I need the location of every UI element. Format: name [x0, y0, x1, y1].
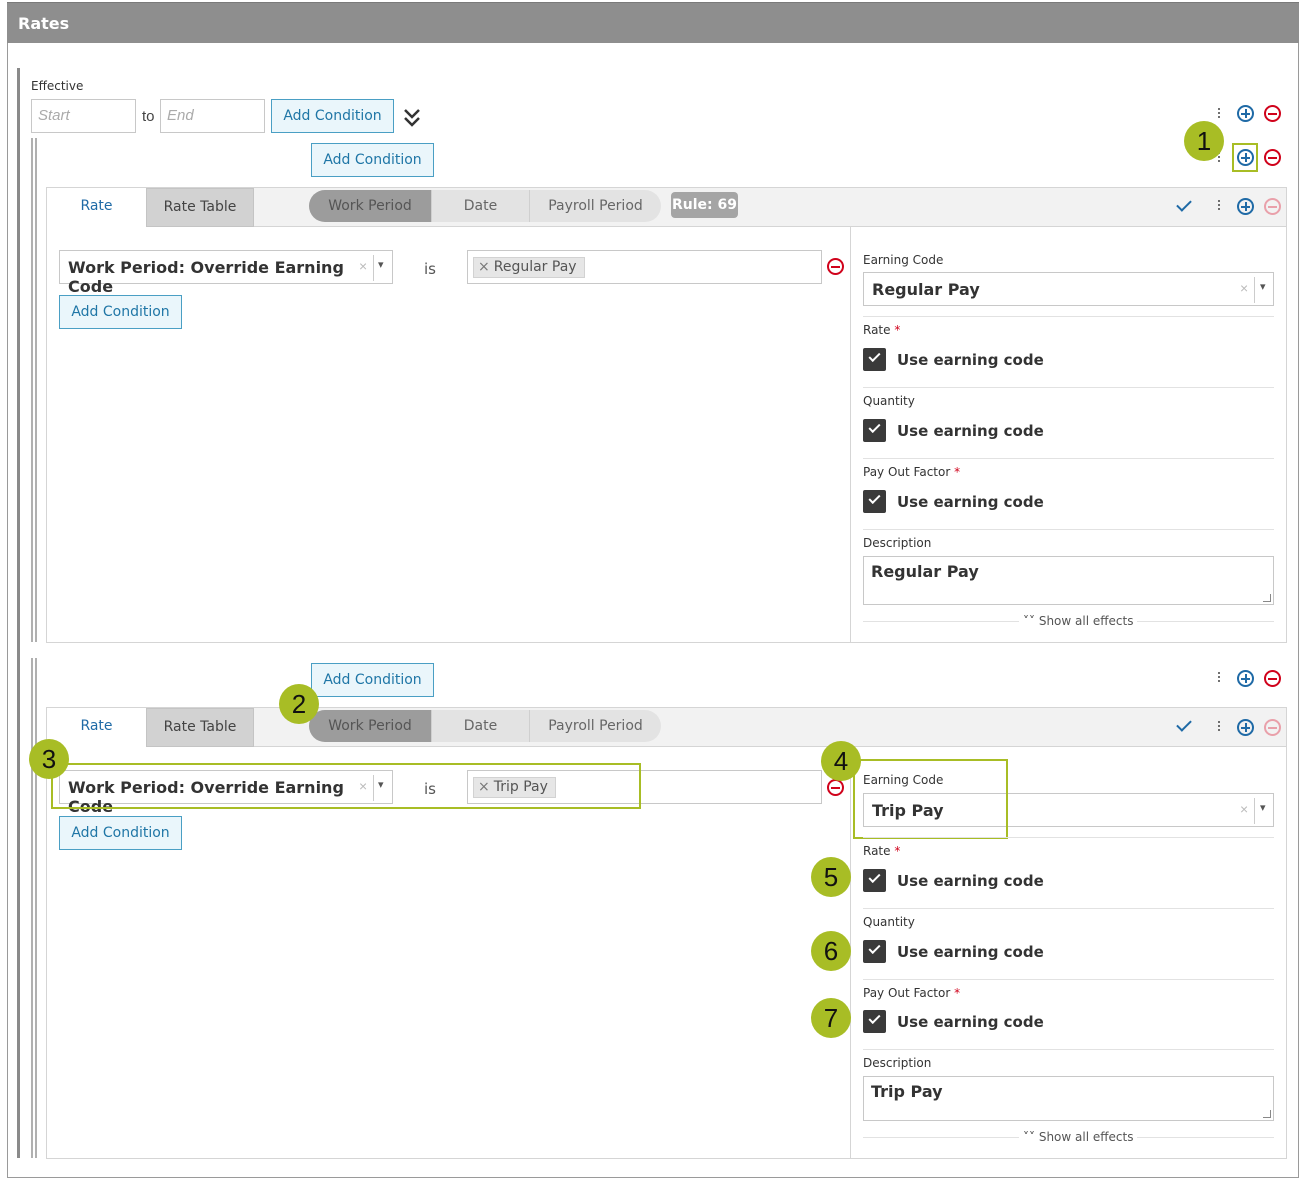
callout-1: 1 [1184, 121, 1224, 161]
effective-label: Effective [31, 79, 84, 93]
rule1-group-bar [31, 138, 33, 642]
condition-field-select[interactable]: Work Period: Override Earning Code × ▾ [59, 250, 393, 296]
pill-work-period[interactable]: Work Period [309, 710, 431, 742]
quantity-checkbox-label: Use earning code [897, 422, 1044, 440]
rate-checkbox-label: Use earning code [897, 872, 1044, 890]
add-circle-icon[interactable] [1237, 719, 1254, 736]
remove-circle-icon[interactable] [1264, 105, 1281, 122]
remove-circle-icon[interactable] [1264, 198, 1281, 215]
earning-code-select[interactable]: Regular Pay × ▾ [863, 272, 1274, 306]
clear-icon[interactable]: × [1240, 280, 1248, 296]
payout-factor-checkbox-label: Use earning code [897, 1013, 1044, 1031]
clear-icon[interactable]: × [1240, 801, 1248, 817]
remove-circle-icon[interactable] [1264, 670, 1281, 687]
value-tag: × Regular Pay [473, 257, 585, 278]
rule2-add-condition-button[interactable]: Add Condition [311, 663, 434, 697]
remove-circle-icon[interactable] [1264, 149, 1281, 166]
double-chevron-down-icon[interactable] [403, 106, 421, 128]
period-toggle: Work Period Date Payroll Period [309, 710, 661, 742]
callout-6: 6 [811, 931, 851, 971]
earning-code-label: Earning Code [863, 253, 944, 267]
more-vertical-icon[interactable] [1217, 108, 1221, 122]
pill-date[interactable]: Date [431, 190, 529, 222]
payout-factor-checkbox[interactable] [863, 1010, 886, 1033]
add-circle-icon[interactable] [1237, 149, 1254, 166]
remove-condition-icon[interactable] [827, 779, 844, 796]
payout-factor-checkbox-label: Use earning code [897, 493, 1044, 511]
callout-4: 4 [821, 741, 861, 781]
quantity-label: Quantity [863, 394, 915, 408]
effective-add-condition-button[interactable]: Add Condition [271, 99, 394, 133]
condition-field-value: Work Period: Override Earning Code [68, 258, 344, 296]
earning-code-value: Regular Pay [872, 280, 980, 299]
rate-checkbox[interactable] [863, 869, 886, 892]
add-circle-icon[interactable] [1237, 670, 1254, 687]
pill-date[interactable]: Date [431, 710, 529, 742]
callout-3: 3 [29, 739, 69, 779]
rule1-group-bar-inner [35, 138, 37, 642]
condition-add-condition-button[interactable]: Add Condition [59, 816, 182, 850]
tab-rate-table[interactable]: Rate Table [146, 708, 254, 747]
callout-7: 7 [811, 998, 851, 1038]
add-circle-icon[interactable] [1237, 198, 1254, 215]
rule1-add-condition-button[interactable]: Add Condition [311, 143, 434, 177]
operator-label: is [424, 260, 436, 278]
more-vertical-icon[interactable] [1217, 200, 1221, 214]
description-textarea[interactable]: Trip Pay [863, 1076, 1274, 1121]
chevron-down-icon[interactable]: ▾ [1260, 280, 1266, 293]
rates-header: Rates [7, 2, 1299, 43]
rate-label: Rate * [863, 323, 901, 337]
outer-group-bar [17, 68, 20, 1158]
condition-value-input[interactable]: × Regular Pay [467, 250, 822, 284]
highlight-box-earning-code [853, 759, 1008, 839]
tab-rate[interactable]: Rate [47, 708, 146, 748]
rule2-group-bar [31, 658, 33, 1158]
description-textarea[interactable]: Regular Pay [863, 556, 1274, 605]
remove-condition-icon[interactable] [827, 258, 844, 275]
payout-factor-checkbox[interactable] [863, 490, 886, 513]
callout-2: 2 [279, 684, 319, 724]
quantity-checkbox-label: Use earning code [897, 943, 1044, 961]
rule-badge: Rule: 69 [671, 192, 738, 218]
chevron-down-icon[interactable]: ▾ [1260, 801, 1266, 814]
show-all-effects-link[interactable]: ˅˅ Show all effects [1019, 1130, 1138, 1144]
tag-remove-icon[interactable]: × [478, 259, 490, 275]
rate-checkbox[interactable] [863, 348, 886, 371]
pill-payroll-period[interactable]: Payroll Period [529, 710, 661, 742]
double-chevron-down-icon: ˅˅ [1023, 1130, 1035, 1144]
chevron-down-icon[interactable]: ▾ [378, 258, 384, 271]
effective-end-input[interactable]: End [160, 99, 265, 133]
more-vertical-icon[interactable] [1217, 672, 1221, 686]
page-title: Rates [18, 14, 70, 33]
tab-rate-table[interactable]: Rate Table [146, 188, 254, 227]
quantity-checkbox[interactable] [863, 940, 886, 963]
pill-payroll-period[interactable]: Payroll Period [529, 190, 661, 222]
effective-start-input[interactable]: Start [31, 99, 136, 133]
callout-5: 5 [811, 857, 851, 897]
clear-icon[interactable]: × [359, 258, 367, 274]
pill-work-period[interactable]: Work Period [309, 190, 431, 222]
effective-to-label: to [142, 108, 155, 125]
description-label: Description [863, 536, 932, 550]
condition-add-condition-button[interactable]: Add Condition [59, 295, 182, 329]
highlight-box-condition [51, 763, 641, 809]
quantity-checkbox[interactable] [863, 419, 886, 442]
remove-circle-icon[interactable] [1264, 719, 1281, 736]
rule2-group-bar-inner [35, 658, 37, 1158]
period-toggle: Work Period Date Payroll Period [309, 190, 661, 222]
add-circle-icon[interactable] [1237, 105, 1254, 122]
payout-factor-label: Pay Out Factor * [863, 465, 961, 479]
tab-rate[interactable]: Rate [47, 188, 146, 228]
payout-factor-label: Pay Out Factor * [863, 986, 961, 1000]
show-all-effects-link[interactable]: ˅˅ Show all effects [1019, 614, 1138, 628]
double-chevron-down-icon: ˅˅ [1023, 614, 1035, 628]
rate-label: Rate * [863, 844, 901, 858]
description-label: Description [863, 1056, 932, 1070]
effects-divider [850, 227, 851, 642]
more-vertical-icon[interactable] [1217, 721, 1221, 735]
rate-checkbox-label: Use earning code [897, 351, 1044, 369]
quantity-label: Quantity [863, 915, 915, 929]
